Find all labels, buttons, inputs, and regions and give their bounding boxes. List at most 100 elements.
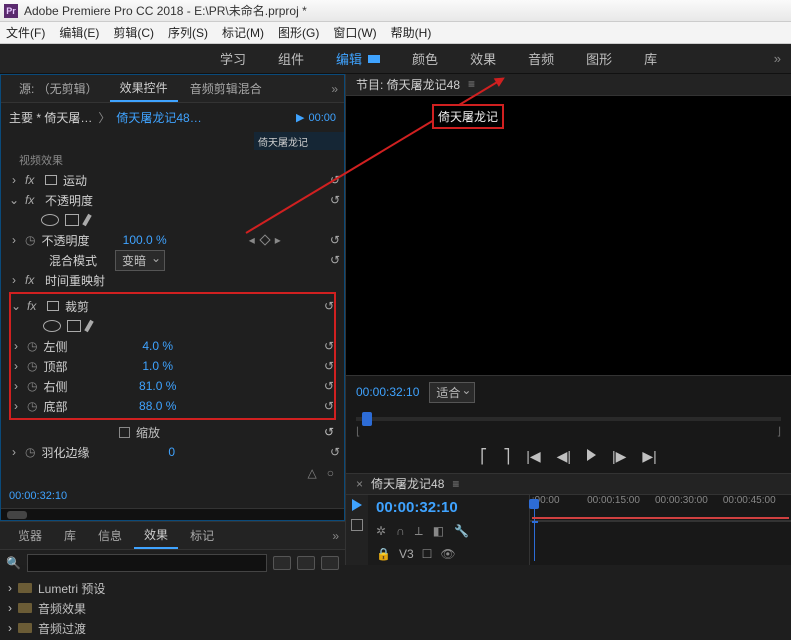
step-back-button[interactable]: ◀| xyxy=(557,448,571,465)
menu-help[interactable]: 帮助(H) xyxy=(391,24,432,41)
tab-library[interactable]: 库 xyxy=(54,523,86,548)
caret-icon[interactable]: › xyxy=(11,399,21,413)
menu-edit[interactable]: 编辑(E) xyxy=(59,24,99,41)
stopwatch-icon[interactable]: ◷ xyxy=(27,339,37,353)
menu-sequence[interactable]: 序列(S) xyxy=(168,24,208,41)
crop-effect-row[interactable]: ⌄ fx 裁剪 ↺ xyxy=(11,296,334,316)
go-out-button[interactable]: ▶| xyxy=(642,448,656,465)
close-tab-icon[interactable]: × xyxy=(356,477,363,491)
work-area-bar[interactable] xyxy=(532,521,538,523)
ellipse-mask-icon[interactable] xyxy=(41,214,59,226)
fx-preset-icon-1[interactable] xyxy=(273,556,291,570)
in-bracket-icon[interactable]: ⌊ xyxy=(356,425,360,438)
crop-top-value[interactable]: 1.0 % xyxy=(142,359,173,373)
marker-icon[interactable]: ◧ xyxy=(433,524,444,539)
snap-icon[interactable]: ✲ xyxy=(376,524,386,539)
menu-mark[interactable]: 标记(M) xyxy=(222,24,264,41)
sequence-title[interactable]: 倚天屠龙记48 xyxy=(371,475,444,492)
lock-icon[interactable]: 🔒 xyxy=(376,547,391,561)
feather-value[interactable]: 0 xyxy=(168,445,175,459)
menu-window[interactable]: 窗口(W) xyxy=(333,24,376,41)
stopwatch-icon[interactable]: ◷ xyxy=(25,445,35,459)
panel-overflow-icon[interactable]: » xyxy=(331,82,338,96)
timeline-playhead[interactable] xyxy=(534,507,535,561)
play-button[interactable] xyxy=(587,448,596,465)
stopwatch-icon[interactable]: ◷ xyxy=(25,233,35,247)
folder-audio-fx[interactable]: ›音频效果 xyxy=(8,598,337,618)
scale-checkbox[interactable] xyxy=(119,427,130,438)
eye-icon[interactable]: 👁 xyxy=(440,547,455,561)
caret-icon[interactable]: › xyxy=(9,273,19,287)
folder-audio-tr[interactable]: ›音频过渡 xyxy=(8,618,337,638)
zoom-fit-combo[interactable]: 适合 xyxy=(429,382,475,403)
tab-effects-panel[interactable]: 效果 xyxy=(134,522,178,549)
time-remap-row[interactable]: › fx 时间重映射 xyxy=(9,270,340,290)
track-select-tool-icon[interactable] xyxy=(351,519,363,531)
rect-mask-icon[interactable] xyxy=(65,214,79,226)
menu-graphics[interactable]: 图形(G) xyxy=(278,24,319,41)
tab-info[interactable]: 信息 xyxy=(88,523,132,548)
ellipse-mask-icon[interactable] xyxy=(43,320,61,332)
wrench-icon[interactable]: 🔧 xyxy=(454,524,469,539)
reset-icon[interactable]: ↺ xyxy=(330,233,340,247)
rect-mask-icon[interactable] xyxy=(67,320,81,332)
timeline-ruler[interactable]: ;00:00 00:00:15:00 00:00:30:00 00:00:45:… xyxy=(530,495,791,521)
playhead-icon[interactable] xyxy=(362,412,372,426)
menu-clip[interactable]: 剪辑(C) xyxy=(113,24,154,41)
add-key-icon[interactable] xyxy=(259,234,270,245)
stopwatch-icon[interactable]: ◷ xyxy=(27,379,37,393)
reset-icon[interactable]: ↺ xyxy=(330,173,340,187)
workspace-learn[interactable]: 学习 xyxy=(220,49,246,68)
caret-icon[interactable]: › xyxy=(9,445,19,459)
tab-source[interactable]: 源: （无剪辑） xyxy=(9,76,108,101)
panel-menu-icon[interactable]: ≡ xyxy=(452,477,459,491)
tab-marks[interactable]: 标记 xyxy=(180,523,224,548)
effects-search-input[interactable] xyxy=(27,554,267,572)
motion-effect-row[interactable]: › fx 运动 ↺ xyxy=(9,170,340,190)
opacity-effect-row[interactable]: ⌄ fx 不透明度 ↺ xyxy=(9,190,340,210)
caret-icon[interactable]: › xyxy=(11,379,21,393)
workspace-library[interactable]: 库 xyxy=(644,49,657,68)
reset-icon[interactable]: ↺ xyxy=(324,399,334,413)
track-header-v3[interactable]: 🔒 V3 ☐ 👁 xyxy=(368,543,529,565)
timeline-tracks-area[interactable]: ;00:00 00:00:15:00 00:00:30:00 00:00:45:… xyxy=(530,495,791,565)
ec-bottom-timecode[interactable]: 00:00:32:10 xyxy=(1,484,344,508)
ec-clip-link[interactable]: 倚天屠龙记48… xyxy=(116,109,201,126)
go-in-button[interactable]: |◀ xyxy=(526,448,540,465)
ec-scrollbar[interactable] xyxy=(1,508,344,520)
tab-effect-controls[interactable]: 效果控件 xyxy=(110,75,178,102)
fx-preset-icon-3[interactable] xyxy=(321,556,339,570)
mark-in-button[interactable]: ⎡ xyxy=(480,448,487,465)
prev-key-icon[interactable]: ◂ xyxy=(249,233,255,247)
crop-right-value[interactable]: 81.0 % xyxy=(139,379,176,393)
program-monitor[interactable]: 倚天屠龙记 xyxy=(346,96,791,376)
reset-icon[interactable]: ↺ xyxy=(324,425,334,439)
circle-icon[interactable]: ○ xyxy=(327,466,334,480)
crop-left-value[interactable]: 4.0 % xyxy=(142,339,173,353)
stopwatch-icon[interactable]: ◷ xyxy=(27,359,37,373)
workspace-effects[interactable]: 效果 xyxy=(470,49,496,68)
ec-play-icon[interactable]: ▶ xyxy=(296,111,304,124)
linked-icon[interactable]: ⟂ xyxy=(415,524,423,539)
step-fwd-button[interactable]: |▶ xyxy=(612,448,626,465)
magnet-icon[interactable]: ∩ xyxy=(396,524,405,539)
menu-file[interactable]: 文件(F) xyxy=(6,24,45,41)
tab-audio-mix[interactable]: 音频剪辑混合 xyxy=(180,76,272,101)
opacity-value[interactable]: 100.0 % xyxy=(123,233,167,247)
workspace-overflow-icon[interactable]: » xyxy=(774,51,781,66)
menu-bar[interactable]: 文件(F) 编辑(E) 剪辑(C) 序列(S) 标记(M) 图形(G) 窗口(W… xyxy=(0,22,791,44)
selection-tool-icon[interactable] xyxy=(352,499,362,511)
workspace-assembly[interactable]: 组件 xyxy=(278,49,304,68)
timeline-timecode[interactable]: 00:00:32:10 xyxy=(368,495,529,520)
caret-icon[interactable]: › xyxy=(9,233,19,247)
folder-lumetri[interactable]: ›Lumetri 预设 xyxy=(8,578,337,598)
program-timecode[interactable]: 00:00:32:10 xyxy=(356,385,419,399)
workspace-editing[interactable]: 编辑 xyxy=(336,49,380,68)
crop-bottom-value[interactable]: 88.0 % xyxy=(139,399,176,413)
mark-out-button[interactable]: ⎤ xyxy=(503,448,510,465)
caret-icon[interactable]: ⌄ xyxy=(9,193,19,207)
workspace-graphics[interactable]: 图形 xyxy=(586,49,612,68)
workspace-color[interactable]: 颜色 xyxy=(412,49,438,68)
pen-mask-icon[interactable] xyxy=(82,214,91,226)
panel-menu-icon[interactable]: ≡ xyxy=(468,77,475,91)
